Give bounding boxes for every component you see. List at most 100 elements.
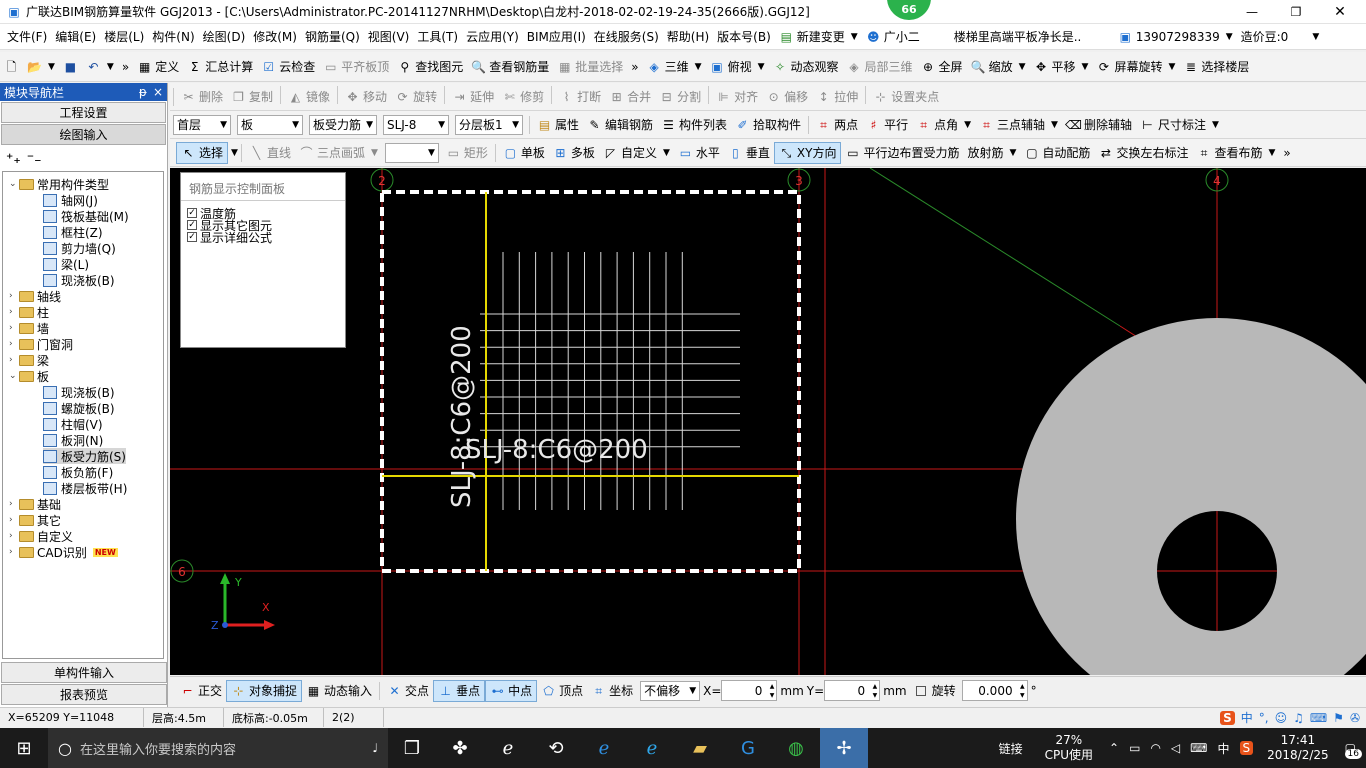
arc-button[interactable]: ⌒ 三点画弧 ▼ xyxy=(295,142,382,164)
tree-item[interactable]: › CAD识别 NEW xyxy=(9,544,118,560)
edit-tool-button[interactable]: ⊟ 分割 xyxy=(655,86,705,108)
tree-item[interactable]: 楼层板带(H) xyxy=(43,480,127,496)
swap-label-button[interactable]: ⇄ 交换左右标注 xyxy=(1094,142,1192,164)
edit-tool-button[interactable]: ⟳ 旋转 xyxy=(391,86,441,108)
offset-mode-select[interactable]: 不偏移 ▼ xyxy=(640,680,701,701)
tree-item[interactable]: ⌄ 板 xyxy=(9,368,49,384)
single-input-button[interactable]: 单构件输入 xyxy=(1,662,167,683)
save-button[interactable]: ■ xyxy=(59,56,82,78)
custom-button[interactable]: ◸ 自定义 ▼ xyxy=(599,142,674,164)
canvas-drawing[interactable]: 2 3 4 6 SLJ-8:C6@200 SLJ-8:C6@200 Y X Z xyxy=(170,168,1366,675)
tree-item[interactable]: › 其它 xyxy=(9,512,61,528)
batch-select-button[interactable]: ▦ 批量选择 xyxy=(553,56,627,78)
menu-item[interactable]: 版本号(B) xyxy=(713,28,775,45)
vertical-button[interactable]: ▯ 垂直 xyxy=(724,142,774,164)
menu-item[interactable]: 绘图(D) xyxy=(199,28,250,45)
tree-item[interactable]: 柱帽(V) xyxy=(43,416,103,432)
menu-item[interactable]: 云应用(Y) xyxy=(462,28,523,45)
ggj-app-icon[interactable]: ✢ xyxy=(820,728,868,768)
tree-item[interactable]: 螺旋板(B) xyxy=(43,400,115,416)
tree-item[interactable]: › 自定义 xyxy=(9,528,73,544)
more-tools-icon[interactable]: » xyxy=(1279,142,1294,164)
object-snap-button[interactable]: ⊹ 对象捕捉 xyxy=(226,679,303,702)
chevron-right-icon[interactable]: › xyxy=(9,307,19,317)
name-select[interactable]: SLJ-8 ▼ xyxy=(383,114,449,135)
xy-direction-button[interactable]: ⤡ XY方向 xyxy=(773,141,842,164)
sogou-tray-icon[interactable]: S xyxy=(1239,741,1254,755)
maximize-button[interactable]: ❐ xyxy=(1276,5,1316,19)
fullscreen-button[interactable]: ⊕ 全屏 xyxy=(917,56,967,78)
perpendicular-button[interactable]: ⊥ 垂点 xyxy=(433,679,486,702)
close-button[interactable]: ✕ xyxy=(1320,4,1360,20)
chevron-right-icon[interactable]: › xyxy=(9,547,19,557)
menu-item[interactable]: 构件(N) xyxy=(148,28,198,45)
edit-tool-button[interactable]: ✄ 修剪 xyxy=(498,86,548,108)
edit-tool-button[interactable]: ✂ 删除 xyxy=(177,86,227,108)
battery-icon[interactable]: ▭ xyxy=(1129,741,1140,755)
clock[interactable]: 17:41 2018/2/25 xyxy=(1267,733,1329,763)
horizontal-button[interactable]: ▭ 水平 xyxy=(674,142,724,164)
ie-browser-icon[interactable]: ℯ xyxy=(628,728,676,768)
tree-item[interactable]: 现浇板(B) xyxy=(43,384,115,400)
arc-option-select[interactable]: ▼ xyxy=(384,142,439,163)
tree-item[interactable]: 板负筋(F) xyxy=(43,464,113,480)
pan-button[interactable]: ✥ 平移 ▼ xyxy=(1030,56,1093,78)
x-input[interactable]: 0 xyxy=(721,680,778,701)
edit-tool-button[interactable]: ⌇ 打断 xyxy=(555,86,605,108)
menu-item[interactable]: BIM应用(I) xyxy=(523,28,590,45)
expand-all-icon[interactable]: ⁺₊ xyxy=(6,151,21,167)
tree-item[interactable]: 梁(L) xyxy=(43,256,89,272)
layer-select[interactable]: 分层板1 ▼ xyxy=(455,114,523,135)
rotate-screen-button[interactable]: ⟳ 屏幕旋转 ▼ xyxy=(1092,56,1179,78)
link-label[interactable]: 链接 xyxy=(999,740,1023,757)
tree-item[interactable]: 筏板基础(M) xyxy=(43,208,129,224)
chevron-right-icon[interactable]: › xyxy=(9,531,19,541)
new-file-button[interactable]: 🗋 xyxy=(0,56,23,78)
cpu-meter[interactable]: 27% CPU使用 xyxy=(1045,733,1093,763)
dynamic-view-button[interactable]: ✧ 动态观察 xyxy=(769,56,843,78)
drawing-input-button[interactable]: 绘图输入 xyxy=(1,124,166,145)
input-lang[interactable]: 中 xyxy=(1217,740,1229,757)
tree-item[interactable]: 轴网(J) xyxy=(43,192,98,208)
notification-center[interactable]: ▢ 16 xyxy=(1344,741,1362,759)
undo-button[interactable]: ↶ ▼ xyxy=(82,56,118,78)
tree-item[interactable]: 板受力筋(S) xyxy=(43,448,126,464)
spiral-app-icon[interactable]: ⟲ xyxy=(532,728,580,768)
top-view-button[interactable]: ▣ 俯视 ▼ xyxy=(706,56,769,78)
open-file-button[interactable]: 📂 ▼ xyxy=(23,56,59,78)
chevron-right-icon[interactable]: › xyxy=(9,291,19,301)
selected-board-outline[interactable] xyxy=(380,190,801,573)
menu-item[interactable]: 钢筋量(Q) xyxy=(301,28,364,45)
parallel-edge-button[interactable]: ▭ 平行边布置受力筋 xyxy=(841,142,963,164)
edit-rebar-button[interactable]: ✎ 编辑钢筋 xyxy=(583,114,657,136)
edit-tool-button[interactable]: ⊫ 对齐 xyxy=(712,86,762,108)
chevron-right-icon[interactable]: › xyxy=(9,355,19,365)
tree-item[interactable]: 框柱(Z) xyxy=(43,224,103,240)
task-view-icon[interactable]: ❐ xyxy=(388,728,436,768)
edit-tool-button[interactable]: ⊞ 合并 xyxy=(605,86,655,108)
chevron-right-icon[interactable]: › xyxy=(9,339,19,349)
three-point-axis-button[interactable]: ⌗ 三点辅轴 ▼ xyxy=(975,114,1062,136)
menu-item[interactable]: 工具(T) xyxy=(413,28,462,45)
close-icon[interactable]: × xyxy=(153,85,163,99)
search-box[interactable]: ○ 在这里输入你要搜索的内容 ♩ xyxy=(48,728,388,768)
radial-button[interactable]: 放射筋 ▼ xyxy=(963,142,1020,164)
type-select[interactable]: 板受力筋 ▼ xyxy=(309,114,377,135)
version-badge[interactable]: 66 xyxy=(887,0,931,20)
view-layout-button[interactable]: ⌗ 查看布筋 ▼ xyxy=(1192,142,1279,164)
menu-item[interactable]: 楼层(L) xyxy=(100,28,148,45)
edge-browser-icon[interactable]: ℯ xyxy=(580,728,628,768)
intersection-button[interactable]: ✕ 交点 xyxy=(383,680,433,702)
glodon-app-icon[interactable]: G xyxy=(724,728,772,768)
chevron-right-icon[interactable]: › xyxy=(9,499,19,509)
project-settings-button[interactable]: 工程设置 xyxy=(1,102,166,123)
elem-list-button[interactable]: ☰ 构件列表 xyxy=(657,114,731,136)
pick-elem-button[interactable]: ✐ 拾取构件 xyxy=(731,114,805,136)
menu-item[interactable]: 文件(F) xyxy=(3,28,51,45)
windows-start-icon[interactable]: ⊞ xyxy=(0,728,48,768)
drawing-canvas[interactable]: 2 3 4 6 SLJ-8:C6@200 SLJ-8:C6@200 Y X Z … xyxy=(170,168,1366,675)
pinwheel-app-icon[interactable]: ✤ xyxy=(436,728,484,768)
chevron-down-icon[interactable]: ⌄ xyxy=(9,371,19,381)
edit-tool-button[interactable]: ◭ 镜像 xyxy=(284,86,334,108)
keyboard-tray-icon[interactable]: ⌨ xyxy=(1190,741,1207,755)
